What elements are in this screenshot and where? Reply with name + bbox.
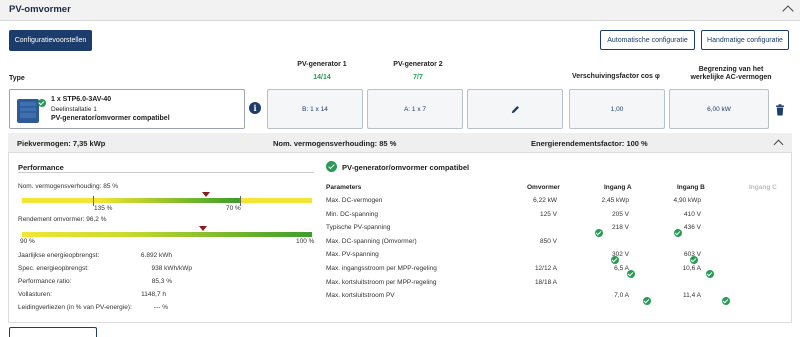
gen1-count: 14/14: [313, 74, 331, 81]
ratio-tick-high: 70 %: [226, 205, 241, 212]
param-input-b-value: 410 V: [684, 210, 701, 218]
param-label: Max. DC-spanning (Omvormer): [326, 237, 417, 245]
ratio-marker: [202, 192, 210, 197]
inverter-installation: Deelinstallatie 1: [51, 106, 97, 113]
cosphi-header: Verschuivingsfactor cos φ: [572, 73, 660, 80]
param-label: Max. PV-spanning: [326, 251, 379, 259]
check-circle-icon: [326, 161, 337, 172]
col-input-b: Ingang B: [677, 184, 705, 191]
performance-ratio-value: 85,3 %: [151, 278, 172, 285]
line-loss-value: --- %: [153, 304, 168, 311]
performance-title: Performance: [18, 163, 64, 172]
energy-efficiency: Energierendementsfactor: 100 %: [531, 139, 648, 148]
full-load-hours-label: Vollasturen:: [18, 291, 52, 298]
param-input-b-value: 436 V: [684, 224, 701, 232]
param-input-b-value: 10,6 A: [682, 265, 701, 272]
compat-title: PV-generator/omvormer compatibel: [342, 163, 470, 172]
param-inverter-value: 850 V: [540, 237, 557, 245]
chevron-up-icon[interactable]: [782, 5, 794, 17]
summary-bar[interactable]: Piekvermogen: 7,35 kWp Nom. vermogensver…: [8, 133, 792, 153]
ac-limit-header-line1: Begrenzing van het: [698, 66, 764, 73]
ac-limit-header-line2: werkelijke AC-vermogen: [690, 74, 772, 81]
col-inverter: Omvormer: [527, 184, 560, 191]
check-circle-icon: [38, 99, 46, 107]
param-inverter-value: 18/18 A: [534, 278, 557, 286]
param-input-a-value: 7,0 A: [614, 292, 629, 300]
check-circle-icon: [722, 296, 730, 305]
col-input-a: Ingang A: [604, 184, 632, 191]
gen1-header: PV-generator 1: [297, 61, 347, 68]
efficiency-gauge: [22, 232, 312, 237]
edit-cell[interactable]: [467, 89, 563, 129]
yield-value: 6.892 kWh: [140, 252, 172, 259]
efficiency-marker: [199, 226, 207, 231]
type-header: Type: [9, 75, 25, 82]
chevron-up-icon[interactable]: [773, 139, 784, 150]
full-load-hours-value: 1148,7 h: [141, 291, 166, 298]
efficiency-tick-low: 90 %: [20, 238, 35, 245]
yield-label: Jaarlijkse energieopbrengst:: [18, 252, 100, 259]
check-circle-icon: [706, 269, 714, 278]
cosphi-cell[interactable]: 1,00: [569, 89, 665, 129]
peak-power: Piekvermogen: 7,35 kWp: [17, 139, 106, 148]
param-input-a-value: 302 V: [612, 251, 629, 259]
col-parameters: Parameters: [326, 184, 362, 191]
info-icon[interactable]: i: [249, 102, 261, 114]
inverter-card[interactable]: 1 x STP6.0-3AV-40 Deelinstallatie 1 PV-g…: [9, 89, 245, 129]
param-label: Max. DC-vermogen: [326, 197, 383, 204]
power-ratio: Nom. vermogensverhouding: 85 %: [273, 139, 397, 148]
check-circle-icon: [643, 296, 651, 305]
param-inverter-value: 6,22 kW: [533, 197, 557, 204]
param-label: Max. kortsluitstroom per MPP-regeling: [326, 278, 437, 286]
param-input-b-value: 603 V: [684, 251, 701, 259]
efficiency-tick-high: 100 %: [296, 238, 315, 245]
ratio-gauge: [22, 198, 312, 203]
line-loss-label: Leidingverliezen (in % van PV-energie):: [18, 304, 132, 311]
trash-icon[interactable]: [775, 103, 785, 121]
param-input-a-value: 218 V: [612, 224, 629, 232]
section-title: PV-omvormer: [9, 4, 71, 15]
param-input-a-value: 2,45 kWp: [601, 197, 629, 204]
gen2-header: PV-generator 2: [393, 61, 443, 68]
param-input-b-value: 11,4 A: [683, 292, 701, 300]
section-header[interactable]: PV-omvormer: [0, 0, 800, 21]
param-input-a-value: 205 V: [612, 210, 629, 218]
manual-config-button[interactable]: Handmatige configuratie: [701, 30, 789, 50]
param-label: Max. ingangsstroom per MPP-regeling: [326, 265, 437, 272]
ratio-label: Nom. vermogensverhouding: 85 %: [18, 183, 119, 190]
partial-button[interactable]: [9, 327, 97, 337]
efficiency-label: Rendement omvormer: 96,2 %: [18, 216, 107, 223]
param-label: Typische PV-spanning: [326, 224, 391, 232]
spec-yield-value: 938 kWh/kWp: [151, 265, 192, 272]
param-inverter-value: 12/12 A: [534, 265, 557, 272]
gen2-config-cell[interactable]: A: 1 x 7: [367, 89, 463, 129]
config-proposals-button[interactable]: Configuratievoorstellen: [9, 30, 92, 51]
auto-config-button[interactable]: Automatische configuratie: [600, 30, 695, 50]
inverter-model: 1 x STP6.0-3AV-40: [51, 96, 112, 103]
param-label: Min. DC-spanning: [326, 210, 379, 218]
param-inverter-value: 125 V: [540, 210, 557, 218]
param-input-b-value: 4,90 kWp: [673, 197, 701, 204]
col-input-c: Ingang C: [749, 184, 777, 191]
ratio-tick-low: 135 %: [94, 205, 113, 212]
performance-ratio-label: Performance ratio:: [18, 278, 72, 285]
param-input-a-value: 6,5 A: [614, 265, 629, 272]
spec-yield-label: Spec. energieopbrengst:: [18, 265, 89, 272]
pencil-icon[interactable]: [510, 104, 521, 115]
gen2-count: 7/7: [413, 74, 423, 81]
inverter-status: PV-generator/omvormer compatibel: [51, 115, 170, 122]
param-label: Max. kortsluitstroom PV: [326, 292, 395, 300]
divider: [18, 172, 314, 173]
gen1-config-cell[interactable]: B: 1 x 14: [267, 89, 363, 129]
ac-limit-cell[interactable]: 6,00 kW: [669, 89, 769, 129]
